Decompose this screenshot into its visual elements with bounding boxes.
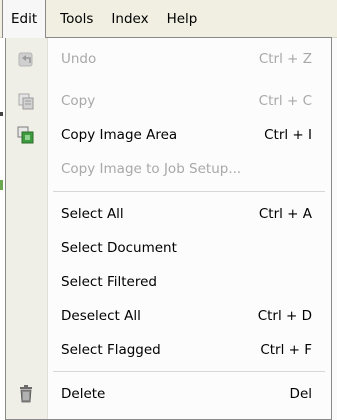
copy-icon bbox=[16, 92, 36, 110]
menu-item-select-document[interactable]: Select Document bbox=[6, 231, 331, 265]
copy-image-area-icon bbox=[16, 126, 36, 144]
menu-item-label: Undo bbox=[61, 51, 97, 67]
menu-item-shortcut: Ctrl + I bbox=[264, 127, 312, 143]
undo-icon bbox=[16, 50, 36, 68]
menu-item-shortcut: Ctrl + Z bbox=[258, 51, 312, 67]
menu-item-select-filtered[interactable]: Select Filtered bbox=[6, 265, 331, 299]
menu-item-label: Delete bbox=[61, 386, 106, 402]
trash-icon bbox=[16, 385, 36, 403]
menu-item-deselect-all[interactable]: Deselect All Ctrl + D bbox=[6, 299, 331, 333]
menu-item-undo[interactable]: Undo Ctrl + Z bbox=[6, 42, 331, 76]
menu-item-label: Select Filtered bbox=[61, 274, 157, 290]
menu-item-label: Copy Image to Job Setup... bbox=[61, 161, 242, 177]
menu-item-copy-image-to-job-setup[interactable]: Copy Image to Job Setup... bbox=[6, 152, 331, 186]
menu-edit[interactable]: Edit bbox=[2, 0, 47, 38]
background-fragment bbox=[0, 112, 3, 116]
menu-item-label: Select Document bbox=[61, 240, 177, 256]
menu-item-select-all[interactable]: Select All Ctrl + A bbox=[6, 197, 331, 231]
menu-item-shortcut: Ctrl + A bbox=[258, 206, 312, 222]
menu-tools[interactable]: Tools bbox=[51, 0, 102, 38]
menu-help[interactable]: Help bbox=[158, 0, 207, 38]
menu-item-label: Copy bbox=[61, 93, 96, 109]
menu-item-label: Select Flagged bbox=[61, 342, 161, 358]
menu-item-label: Deselect All bbox=[61, 308, 141, 324]
background-fragment bbox=[0, 180, 3, 190]
menu-index[interactable]: Index bbox=[102, 0, 157, 38]
menu-separator bbox=[53, 191, 325, 192]
menu-item-delete[interactable]: Delete Del bbox=[6, 377, 331, 411]
menu-item-shortcut: Ctrl + F bbox=[260, 342, 312, 358]
menu-item-copy[interactable]: Copy Ctrl + C bbox=[6, 84, 331, 118]
menu-item-copy-image-area[interactable]: Copy Image Area Ctrl + I bbox=[6, 118, 331, 152]
menu-separator bbox=[53, 371, 325, 372]
menu-item-shortcut: Ctrl + D bbox=[257, 308, 312, 324]
menu-item-label: Copy Image Area bbox=[61, 127, 178, 143]
edit-menu-dropdown: Undo Ctrl + Z Copy Ctrl + C Copy Image A… bbox=[5, 37, 332, 420]
menu-item-shortcut: Del bbox=[289, 386, 312, 402]
application-window: Edit Tools Index Help Undo Ctrl + Z Copy… bbox=[0, 0, 337, 420]
menu-item-select-flagged[interactable]: Select Flagged Ctrl + F bbox=[6, 333, 331, 367]
menu-bar: Edit Tools Index Help bbox=[0, 0, 337, 38]
menu-item-label: Select All bbox=[61, 206, 124, 222]
menu-item-shortcut: Ctrl + C bbox=[258, 93, 312, 109]
